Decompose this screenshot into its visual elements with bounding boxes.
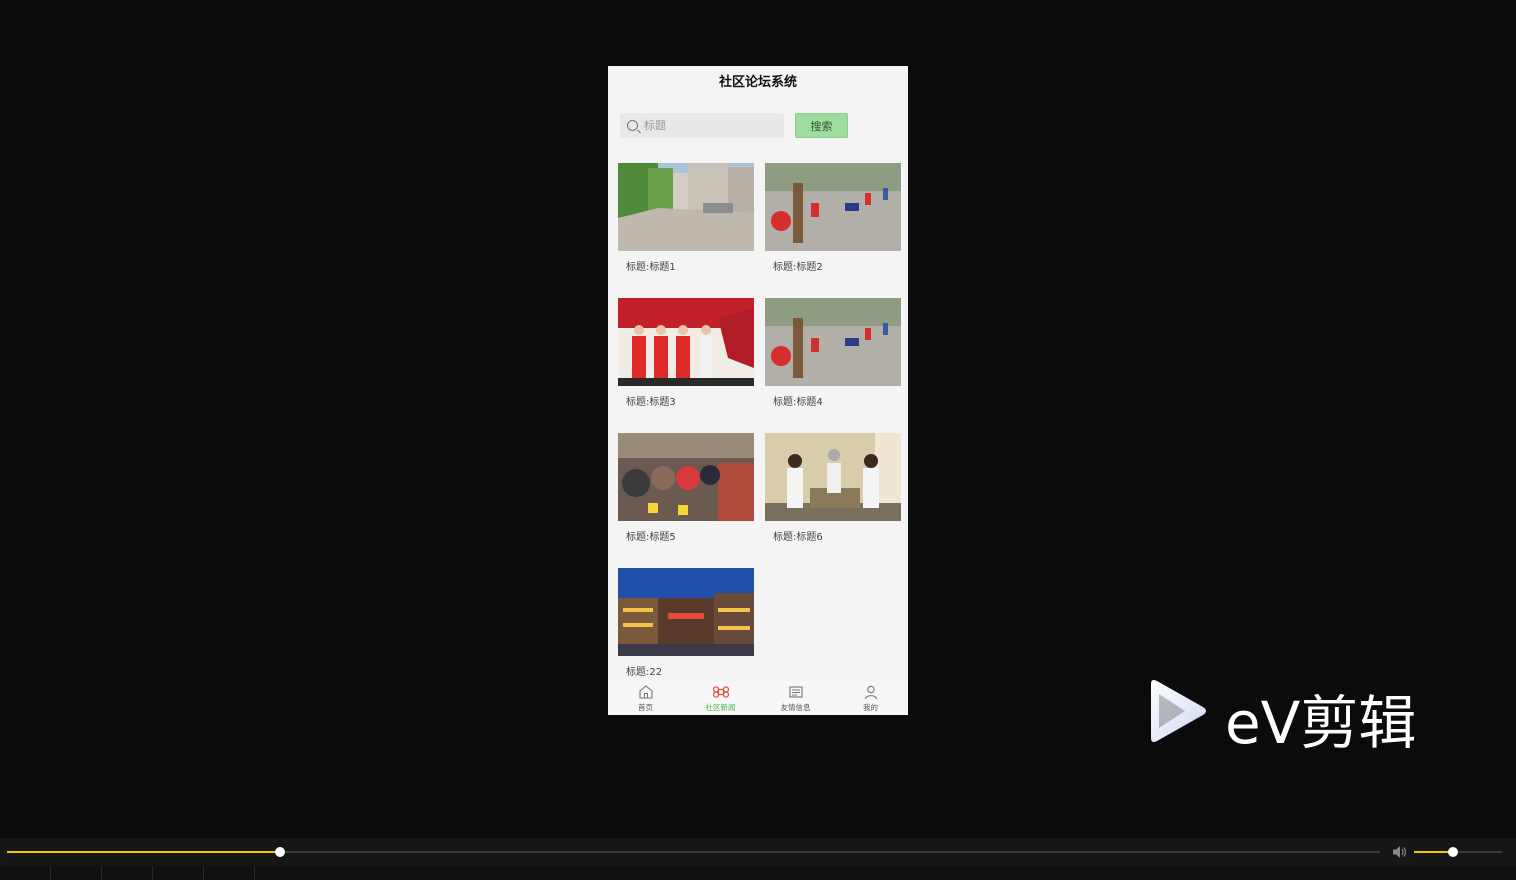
post-card[interactable]: 标题:标题6 — [765, 433, 901, 551]
post-title: 标题:标题6 — [773, 532, 823, 543]
tab-friendly-info[interactable]: 友情信息 — [758, 681, 833, 715]
volume-handle[interactable] — [1447, 847, 1458, 857]
tab-label: 友情信息 — [780, 703, 811, 712]
seek-progress — [7, 851, 281, 853]
video-stage: 社区论坛系统 搜索 — [0, 0, 1516, 880]
home-icon — [638, 685, 653, 699]
post-card[interactable]: 标题:标题1 — [618, 163, 754, 281]
indoor-activity-image — [765, 433, 901, 521]
volume-icon[interactable] — [1392, 845, 1408, 859]
tab-label: 社区新闻 — [705, 703, 736, 712]
post-title: 标题:标题1 — [626, 262, 676, 273]
tab-mine[interactable]: 我的 — [833, 681, 908, 715]
post-card[interactable]: 标题:标题5 — [618, 433, 754, 551]
post-title: 标题:标题3 — [626, 397, 676, 408]
post-card[interactable]: 标题:标题2 — [765, 163, 901, 281]
volume-level — [1414, 851, 1453, 853]
toolbar-cell[interactable] — [51, 866, 102, 880]
street-scene-image — [618, 163, 754, 251]
toolbar-cell[interactable] — [0, 866, 51, 880]
volunteers-cleaning-image — [765, 298, 901, 386]
command-icon — [712, 686, 729, 698]
toolbar-cell[interactable] — [102, 866, 153, 880]
watermark-text: eV剪辑 — [1225, 689, 1417, 757]
toolbar-cell[interactable] — [153, 866, 204, 880]
volume-slider[interactable] — [1414, 847, 1502, 857]
seek-bar[interactable] — [7, 847, 1380, 857]
post-title: 标题:标题4 — [773, 397, 823, 408]
bottom-tab-bar: 首页 社区新闻 友情信息 我的 — [608, 681, 908, 715]
seek-handle[interactable] — [275, 847, 286, 857]
search-button[interactable]: 搜索 — [795, 113, 848, 138]
night-shopping-street-image — [618, 568, 754, 656]
tab-home[interactable]: 首页 — [608, 681, 683, 715]
post-card[interactable]: 标题:22 — [618, 568, 754, 686]
group-photo-red-vests-image — [618, 298, 754, 386]
post-card[interactable]: 标题:标题4 — [765, 298, 901, 416]
volunteers-cleaning-image — [765, 163, 901, 251]
post-title: 标题:标题5 — [626, 532, 676, 543]
page-title: 社区论坛系统 — [718, 75, 797, 90]
tab-label: 我的 — [863, 703, 878, 712]
bottom-toolbar-strip — [0, 866, 1516, 880]
newspaper-icon — [788, 686, 803, 698]
user-icon — [864, 685, 877, 700]
player-controls — [0, 838, 1516, 866]
tab-label: 首页 — [638, 703, 653, 712]
search-icon — [627, 120, 638, 131]
toolbar-cell[interactable] — [204, 866, 255, 880]
search-input[interactable] — [644, 119, 774, 132]
post-card[interactable]: 标题:标题3 — [618, 298, 754, 416]
post-title: 标题:标题2 — [773, 262, 823, 273]
phone-screen: 社区论坛系统 搜索 — [608, 66, 908, 715]
tab-community-news[interactable]: 社区新闻 — [683, 681, 758, 715]
search-box[interactable] — [620, 113, 784, 138]
ev-play-logo-icon — [1151, 680, 1206, 742]
post-title: 标题:22 — [626, 667, 663, 678]
elderly-gathering-image — [618, 433, 754, 521]
